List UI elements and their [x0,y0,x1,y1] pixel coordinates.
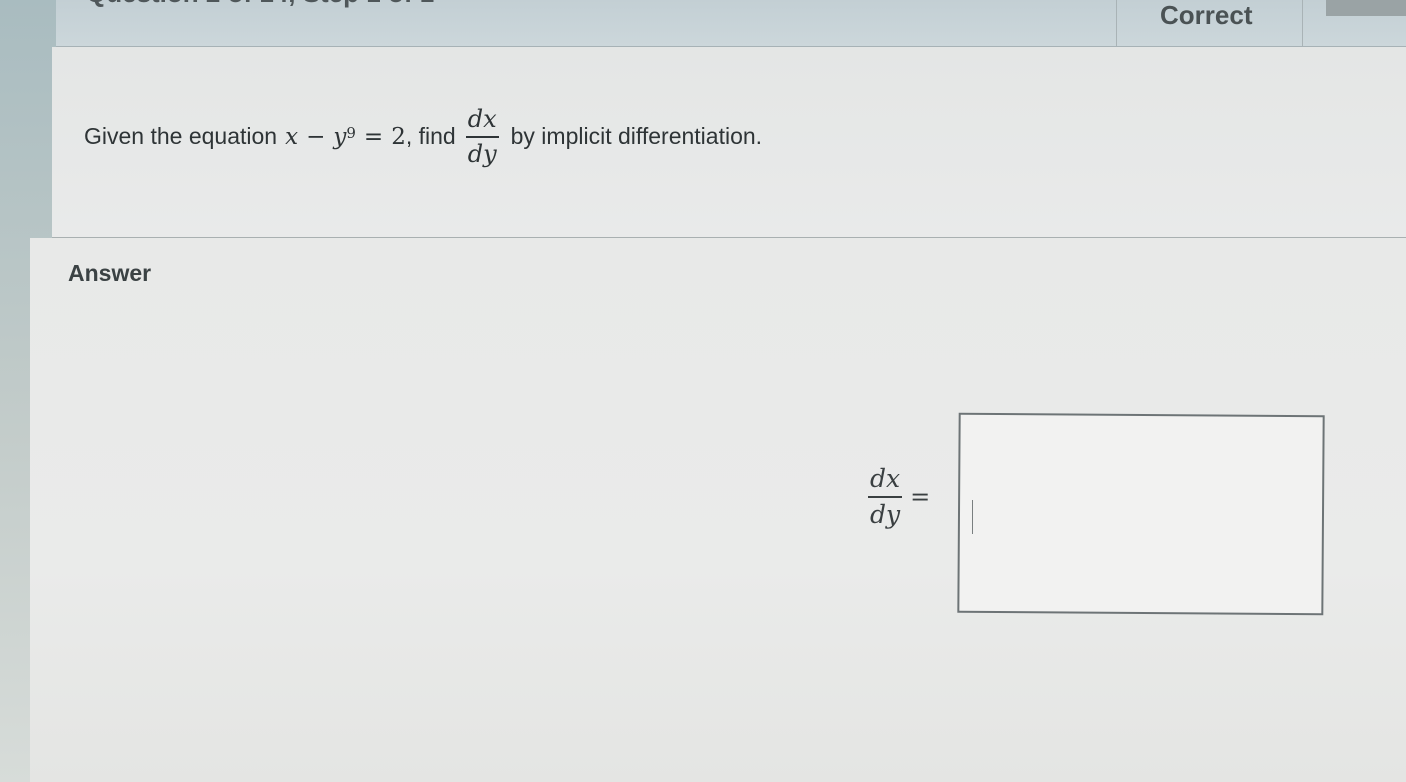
derivative-fraction: dx dy [465,105,499,169]
answer-fraction-numerator: dx [870,464,901,493]
equation-equals: = [363,123,384,150]
answer-fraction-denominator: dy [870,500,901,529]
question-text: Given the equation x − y9 = 2, find dx d… [84,105,762,169]
answer-expression: dx dy = [868,464,930,530]
question-panel: Given the equation x − y9 = 2, find dx d… [52,47,1406,238]
text-cursor [972,500,973,534]
question-prefix: Given the equation [84,123,278,150]
question-suffix: by implicit differentiation. [510,123,763,150]
equation-exponent: 9 [346,123,356,142]
question-header-bar: Question 2 of 14, Step 1 of 1 Correct [56,0,1406,47]
equation-minus: − [306,123,326,150]
equation-rhs: 2 [391,123,406,150]
equation-x: x [285,123,299,150]
header-divider [1116,0,1117,46]
fraction-denominator: dy [467,139,497,168]
answer-derivative-fraction: dx dy [868,464,903,530]
header-status-block [1326,0,1406,16]
question-step-indicator: Question 2 of 14, Step 1 of 1 [86,0,434,9]
question-mid: , find [405,123,456,150]
answer-panel: Answer dx dy = [30,238,1406,782]
header-divider [1302,0,1303,46]
answer-fraction-bar [868,496,903,498]
answer-input[interactable] [957,412,1325,616]
answer-heading: Answer [68,260,152,286]
fraction-numerator: dx [467,105,497,133]
equation-y: y [333,123,347,150]
status-correct-label: Correct [1160,0,1253,30]
fraction-bar [465,135,499,138]
answer-equals-sign: = [910,483,931,511]
